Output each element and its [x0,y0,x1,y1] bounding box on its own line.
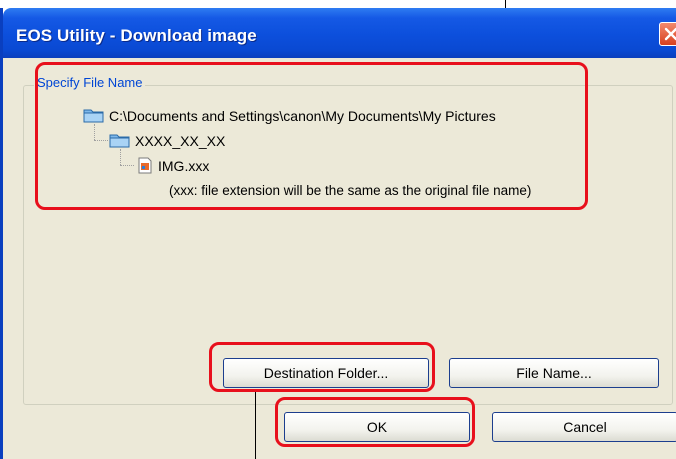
file-name-label: File Name... [516,365,592,381]
window-title: EOS Utility - Download image [16,26,257,45]
cancel-button[interactable]: Cancel [492,412,676,442]
title-bar[interactable]: EOS Utility - Download image [3,8,676,58]
highlight-ok-button [275,397,475,447]
cancel-label: Cancel [563,419,607,435]
close-button[interactable] [659,22,676,46]
highlight-file-name [35,62,588,210]
highlight-destination-button [209,342,435,392]
annotation-leader-bottom [255,392,256,459]
close-icon [664,27,676,41]
file-name-button[interactable]: File Name... [449,358,659,388]
